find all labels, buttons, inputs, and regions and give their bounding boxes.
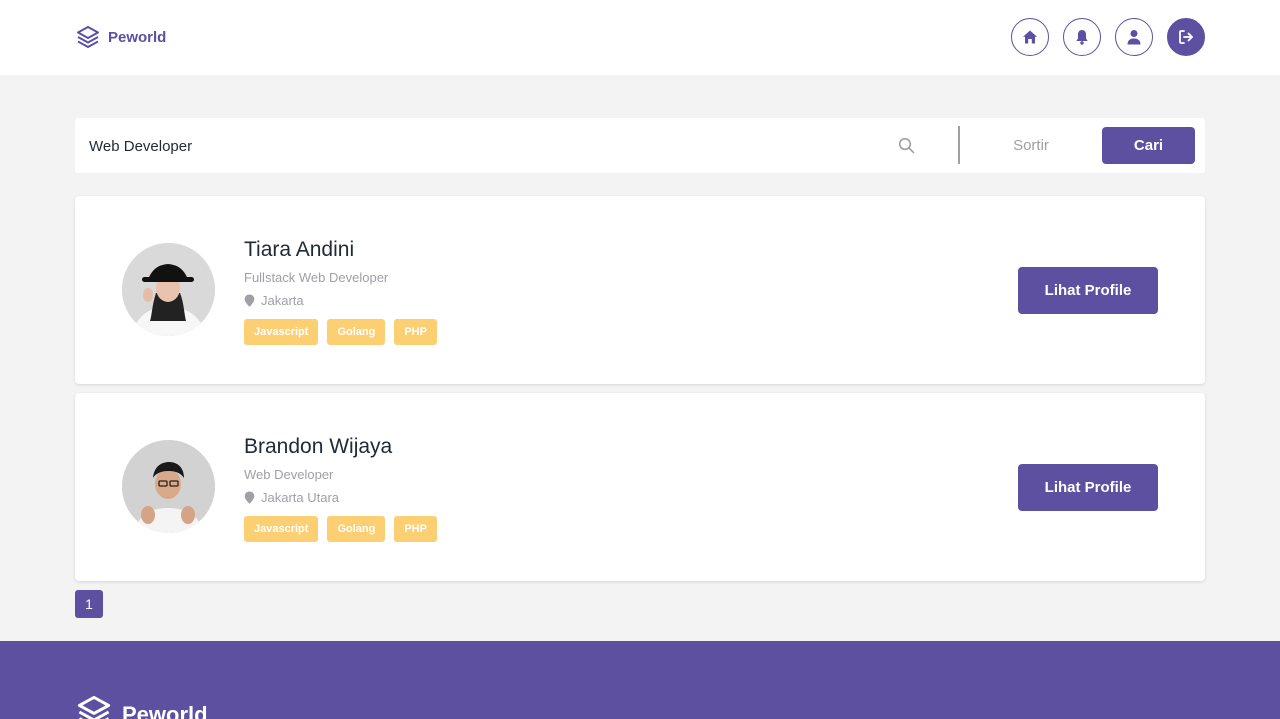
sort-button[interactable]: Sortir (985, 126, 1077, 164)
view-profile-button[interactable]: Lihat Profile (1018, 464, 1158, 511)
notification-button[interactable] (1063, 18, 1101, 56)
footer: Peworld (0, 641, 1280, 719)
skill-list: Javascript Golang PHP (244, 516, 437, 542)
footer-brand: Peworld (75, 693, 208, 719)
avatar (122, 440, 215, 533)
profile-job: Web Developer (244, 467, 334, 482)
map-pin-icon (244, 294, 255, 307)
skill-badge: Javascript (244, 319, 319, 345)
skill-badge: PHP (394, 516, 437, 542)
profile-name: Tiara Andini (244, 238, 355, 261)
skill-badge: Golang (327, 516, 386, 542)
skill-badge: Golang (327, 319, 386, 345)
profile-name: Brandon Wijaya (244, 435, 393, 458)
logout-icon (1178, 29, 1194, 45)
footer-brand-name: Peworld (122, 701, 208, 719)
page-button[interactable]: 1 (75, 590, 103, 618)
view-profile-button[interactable]: Lihat Profile (1018, 267, 1158, 314)
avatar (122, 243, 215, 336)
profile-card: Tiara Andini Fullstack Web Developer Jak… (75, 196, 1205, 384)
skill-list: Javascript Golang PHP (244, 319, 437, 345)
map-pin-icon (244, 491, 255, 504)
nav-actions (1011, 18, 1205, 56)
brand-logo[interactable]: Peworld (75, 24, 166, 50)
home-button[interactable] (1011, 18, 1049, 56)
search-button[interactable]: Cari (1102, 127, 1195, 164)
logout-button[interactable] (1167, 18, 1205, 56)
profile-job: Fullstack Web Developer (244, 270, 389, 285)
skill-badge: Javascript (244, 516, 319, 542)
navbar: Peworld (0, 0, 1280, 75)
profile-location: Jakarta Utara (244, 490, 339, 505)
user-icon (1127, 29, 1141, 45)
pagination: 1 (75, 590, 103, 618)
home-icon (1022, 29, 1038, 45)
profile-location-text: Jakarta Utara (261, 490, 340, 505)
search-input[interactable] (89, 132, 869, 160)
brand-name: Peworld (108, 28, 167, 46)
profile-button[interactable] (1115, 18, 1153, 56)
profile-location-text: Jakarta (261, 293, 304, 308)
profile-location: Jakarta (244, 293, 304, 308)
skill-badge: PHP (394, 319, 437, 345)
bell-icon (1075, 29, 1089, 45)
profile-card: Brandon Wijaya Web Developer Jakarta Uta… (75, 393, 1205, 581)
search-bar: Sortir Cari (75, 118, 1205, 173)
layers-icon (75, 693, 113, 719)
search-icon[interactable] (898, 137, 915, 159)
layers-icon (75, 24, 101, 50)
search-divider (958, 126, 960, 164)
